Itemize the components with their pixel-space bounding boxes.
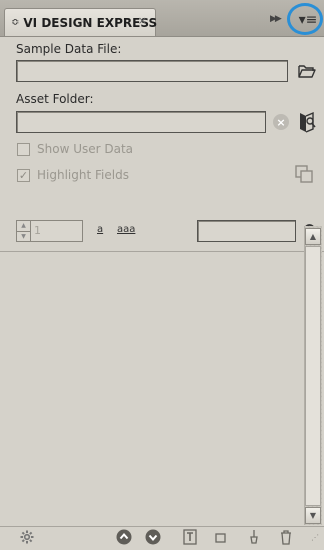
record-stepper[interactable]: ▲ ▼ xyxy=(16,220,31,242)
section-divider xyxy=(0,251,324,252)
scroll-up-button[interactable]: ▲ xyxy=(305,228,321,245)
move-up-icon[interactable] xyxy=(115,528,133,546)
scrollbar-track[interactable] xyxy=(305,246,321,506)
show-user-data-label: Show User Data xyxy=(37,142,134,156)
scroll-down-button[interactable]: ▼ xyxy=(305,507,321,524)
panel-tab[interactable]: ≎ VI DESIGN EXPRESS × xyxy=(4,8,157,36)
search-input[interactable] xyxy=(197,220,296,242)
frame-icon[interactable] xyxy=(214,528,228,546)
highlight-fields-checkbox[interactable]: ✓ xyxy=(17,169,30,182)
gear-icon[interactable] xyxy=(18,528,36,546)
clear-icon[interactable]: × xyxy=(273,114,289,130)
record-number-field[interactable]: 1 xyxy=(31,220,83,242)
stepper-down-icon[interactable]: ▼ xyxy=(17,230,30,242)
show-user-data-checkbox[interactable] xyxy=(17,143,30,156)
panel-tab-bar: ≎ VI DESIGN EXPRESS × ▶▶ ▾≡ xyxy=(0,0,324,37)
duplicate-frames-icon[interactable] xyxy=(292,162,316,186)
delete-icon[interactable] xyxy=(277,528,295,546)
mixed-case-toggle[interactable]: aaa xyxy=(117,224,135,235)
field-list[interactable] xyxy=(12,253,304,525)
collapse-panel-icon[interactable]: ▶▶ xyxy=(270,14,282,24)
panel-footer xyxy=(0,526,324,550)
highlight-fields-label: Highlight Fields xyxy=(37,168,129,182)
resize-grip-icon[interactable]: ⋰ xyxy=(309,528,321,546)
sample-data-label: Sample Data File: xyxy=(16,42,122,56)
asset-folder-label: Asset Folder: xyxy=(16,92,94,106)
text-frame-icon[interactable] xyxy=(181,528,199,546)
stepper-up-icon[interactable]: ▲ xyxy=(17,221,30,231)
tab-expand-icon[interactable]: ≎ xyxy=(11,17,19,28)
sample-data-field[interactable] xyxy=(16,60,288,82)
panel-menu-icon: ▾≡ xyxy=(298,12,318,28)
pen-icon[interactable] xyxy=(245,528,263,546)
lowercase-toggle[interactable]: a xyxy=(97,224,103,235)
panel-menu-button[interactable]: ▾≡ xyxy=(298,11,318,29)
move-down-icon[interactable] xyxy=(144,528,162,546)
close-tab-icon[interactable]: × xyxy=(138,14,147,27)
folder-search-icon[interactable] xyxy=(296,110,318,134)
asset-folder-field[interactable] xyxy=(16,111,266,133)
folder-open-icon[interactable] xyxy=(296,60,318,82)
